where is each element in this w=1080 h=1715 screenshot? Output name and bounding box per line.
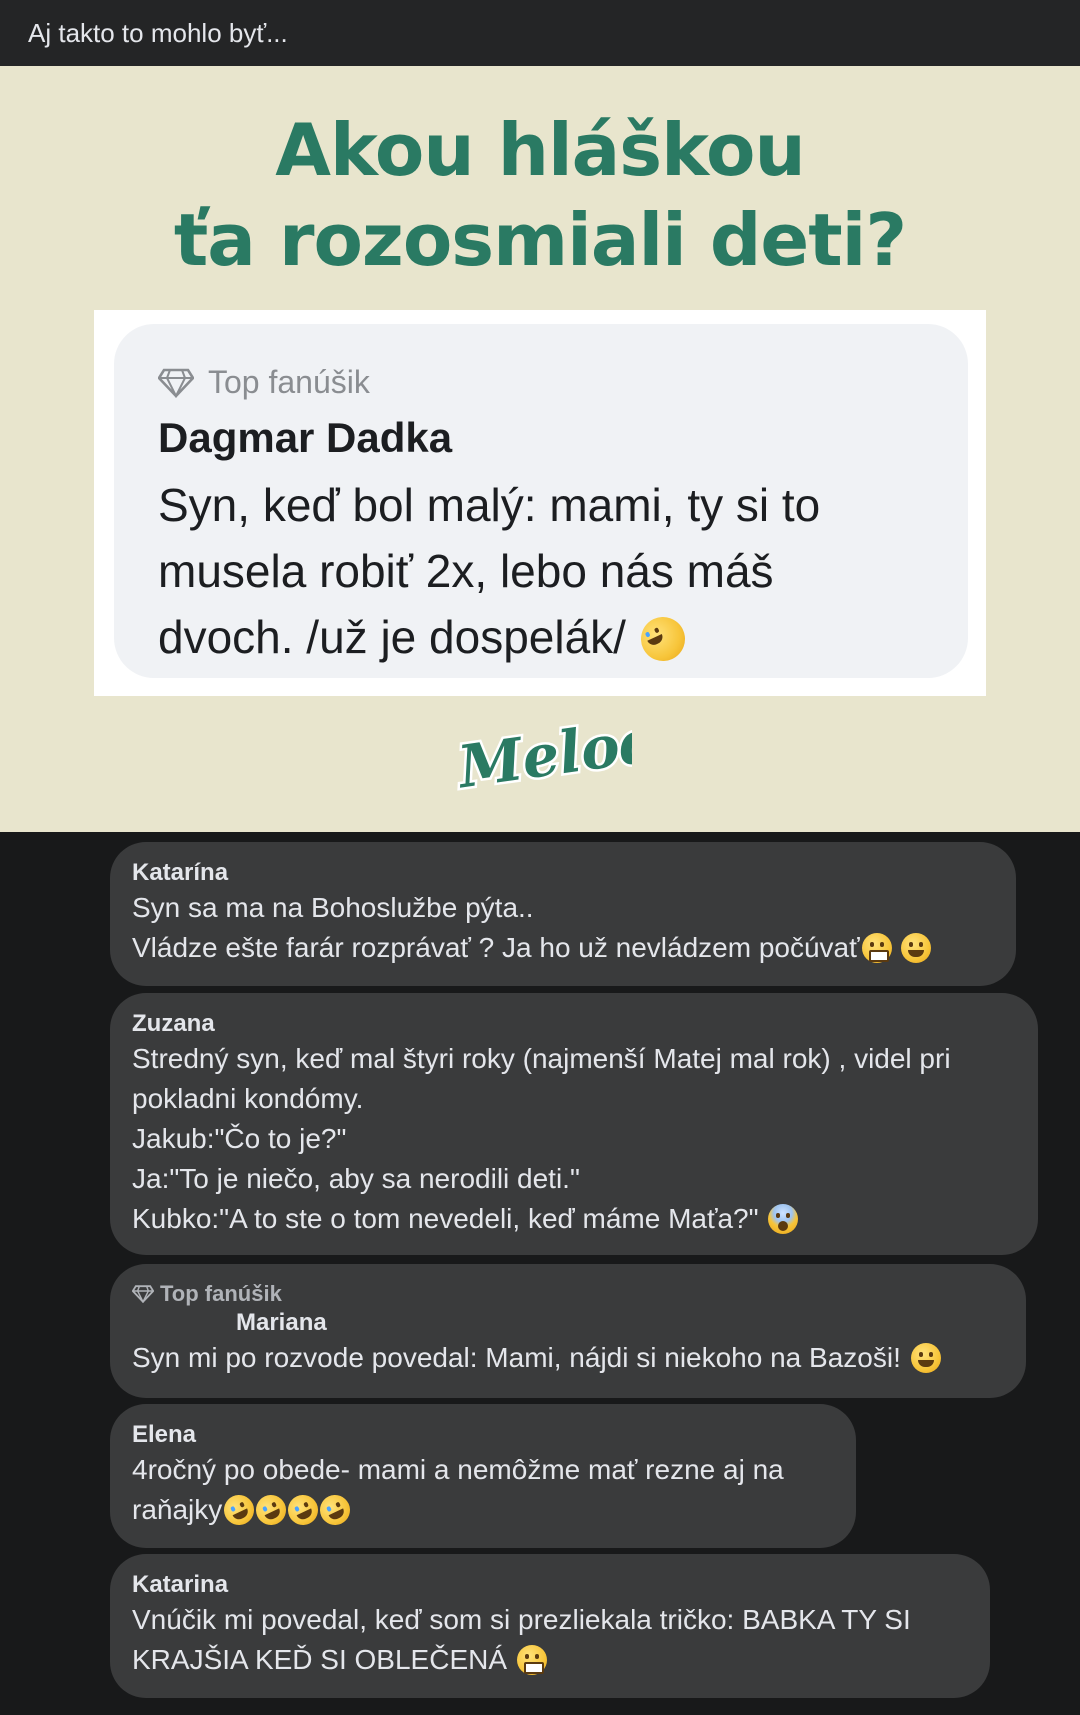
comment-line: Vnúčik mi povedal, keď som si prezliekal…	[132, 1604, 911, 1635]
rofl-emoji	[251, 1490, 292, 1530]
comment-author[interactable]: Mariana	[132, 1308, 1004, 1338]
top-fan-label: Top fanúšik	[208, 364, 370, 400]
top-fan-label: Top fanúšik	[160, 1281, 282, 1306]
comment-author[interactable]: Katarína	[132, 858, 994, 888]
comment-bubble: Top fanúšik Mariana Syn mi po rozvode po…	[110, 1264, 1026, 1398]
top-bar: Aj takto to mohlo byť...	[0, 0, 1080, 66]
comment-line: raňajky	[132, 1490, 834, 1530]
rofl-emoji	[315, 1490, 356, 1530]
comment-author[interactable]: Katarina	[132, 1570, 968, 1600]
diamond-icon	[158, 368, 194, 398]
comment-bubble: Katarina Vnúčik mi povedal, keď som si p…	[110, 1554, 990, 1698]
rofl-emoji	[633, 609, 692, 669]
melody-logo: Melody	[452, 706, 632, 804]
comment-line: 4ročný po obede- mami a nemôžme mať rezn…	[132, 1454, 784, 1485]
comment-line: Jakub:"Čo to je?"	[132, 1123, 347, 1154]
grimace-emoji	[861, 933, 892, 963]
quoted-author: Dagmar Dadka	[158, 414, 453, 461]
comment-bubble: Elena 4ročný po obede- mami a nemôžme ma…	[110, 1404, 856, 1548]
top-fan-badge: Top fanúšik	[132, 1280, 1004, 1308]
comment-author[interactable]: Elena	[132, 1420, 834, 1450]
rofl-emoji	[283, 1490, 324, 1530]
comment-line: KRAJŠIA KEĎ SI OBLEČENÁ	[132, 1640, 968, 1680]
quoted-comment-bubble: Top fanúšik Dagmar Dadka Syn, keď bol ma…	[114, 324, 968, 678]
comment-line: Syn mi po rozvode povedal: Mami, nájdi s…	[132, 1338, 1004, 1378]
comment-line: pokladni kondómy.	[132, 1083, 364, 1114]
comment-bubble: Katarína Syn sa ma na Bohoslužbe pýta.. …	[110, 842, 1016, 986]
smile-emoji	[910, 1343, 941, 1373]
logo-text: Melody	[452, 706, 632, 802]
comment-line: Ja:"To je niečo, aby sa nerodili deti."	[132, 1163, 580, 1194]
headline-line-2: ťa rozosmiali deti?	[173, 198, 907, 282]
quoted-comment-frame: Top fanúšik Dagmar Dadka Syn, keď bol ma…	[94, 310, 986, 696]
rofl-emoji	[219, 1490, 260, 1530]
scream-emoji	[768, 1204, 799, 1234]
laugh-emoji	[516, 1645, 547, 1675]
quoted-text: Syn, keď bol malý: mami, ty si to musela…	[158, 472, 918, 670]
comment-line: Vládze ešte farár rozprávať ? Ja ho už n…	[132, 928, 994, 968]
headline-line-1: Akou hláškou	[275, 108, 806, 192]
diamond-icon	[132, 1285, 154, 1303]
comment-line: Syn sa ma na Bohoslužbe pýta..	[132, 892, 534, 923]
comment-line: Kubko:"A to ste o tom nevedeli, keď máme…	[132, 1199, 1016, 1239]
comment-author[interactable]: Zuzana	[132, 1009, 1016, 1039]
comment-line: Stredný syn, keď mal štyri roky (najmenš…	[132, 1043, 951, 1074]
comment-bubble: Zuzana Stredný syn, keď mal štyri roky (…	[110, 993, 1038, 1255]
top-fan-badge: Top fanúšik	[158, 364, 370, 401]
grin-emoji	[901, 933, 932, 963]
post-caption: Aj takto to mohlo byť...	[28, 17, 288, 48]
post-image[interactable]: Akou hláškou ťa rozosmiali deti? Top fan…	[0, 66, 1080, 832]
